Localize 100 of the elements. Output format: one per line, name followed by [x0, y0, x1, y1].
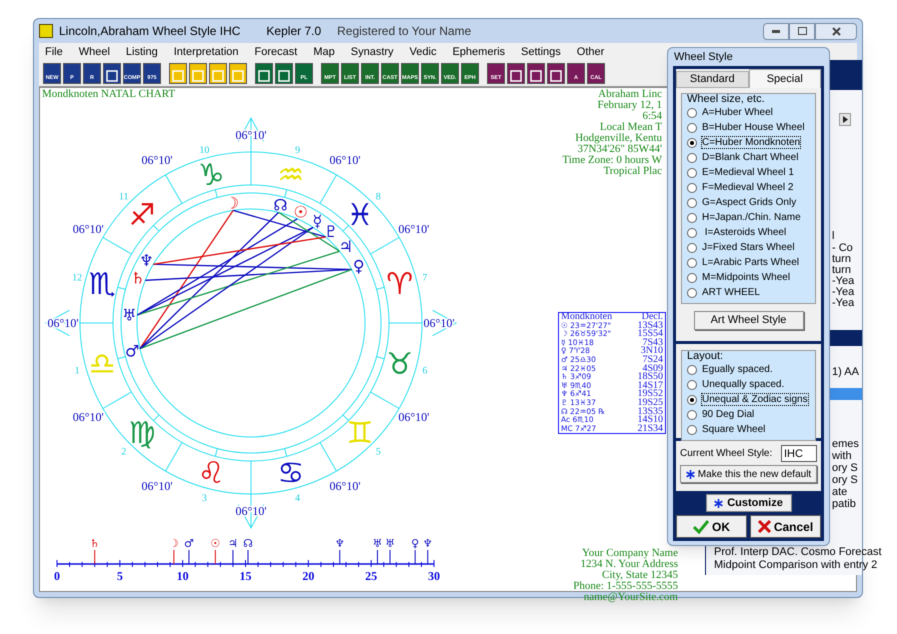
square-icon: [106, 70, 118, 82]
radio-option[interactable]: M=Midpoints Wheel: [687, 270, 813, 285]
radio-button[interactable]: [687, 272, 697, 282]
menu-item[interactable]: Other: [576, 44, 604, 60]
toolbar-button[interactable]: [507, 63, 525, 84]
radio-option[interactable]: H=Japan./Chin. Name: [687, 210, 813, 225]
cusp-degree-label: 06°10': [398, 222, 430, 236]
menu-item[interactable]: Ephemeris: [452, 44, 506, 60]
menu-item[interactable]: Synastry: [350, 44, 394, 60]
chart-info-line: Local Mean T: [600, 122, 662, 133]
radio-option[interactable]: A=Huber Wheel: [687, 105, 813, 120]
minimize-button[interactable]: [763, 22, 789, 40]
toolbar-button[interactable]: [527, 63, 545, 84]
toolbar-button[interactable]: [103, 63, 121, 84]
chart-info-line: Abraham Linc: [598, 89, 662, 100]
company-line: 1234 N. Your Address: [580, 559, 678, 570]
radio-button[interactable]: [687, 364, 697, 374]
zodiac-sign-glyph: ♒: [277, 158, 304, 194]
zodiac-sign-glyph: ♐: [128, 198, 156, 234]
square-icon: [172, 70, 184, 82]
text-fragment: l: [832, 230, 834, 242]
cusp-degree-label: 06°10': [142, 153, 172, 168]
wheel-style-field[interactable]: IHC: [781, 445, 817, 462]
zodiac-sign-glyph: ♓: [346, 198, 374, 234]
menu-item[interactable]: Vedic: [410, 44, 436, 60]
tick-label: 5: [116, 569, 123, 583]
toolbar-button[interactable]: [275, 63, 293, 84]
radio-button[interactable]: [687, 198, 697, 208]
radio-option[interactable]: D=Blank Chart Wheel: [687, 150, 813, 165]
toolbar-button[interactable]: [209, 63, 227, 84]
radio-button[interactable]: [687, 394, 697, 404]
zodiac-sign-glyph: ♏: [88, 267, 116, 302]
scroll-right-button[interactable]: [839, 113, 851, 126]
maximize-button[interactable]: [789, 22, 815, 40]
radio-option[interactable]: Egually spaced.: [687, 362, 813, 377]
menu-item[interactable]: Listing: [126, 44, 158, 60]
menu-item[interactable]: Interpretation: [174, 44, 239, 60]
radio-option[interactable]: G=Aspect Grids Only: [687, 195, 813, 210]
tab[interactable]: Special: [748, 69, 821, 88]
radio-button[interactable]: [687, 168, 697, 178]
radio-button[interactable]: [687, 182, 697, 192]
table-cell-text: 4S09: [642, 364, 663, 374]
cancel-button[interactable]: Cancel: [750, 515, 821, 538]
text-fragment: emes: [832, 438, 859, 450]
menu-item[interactable]: Forecast: [254, 44, 298, 60]
make-default-button[interactable]: Make this the new default: [680, 465, 817, 483]
chart-info-line: Tropical Plac: [603, 166, 662, 177]
list-entry: Prof. Interp DAC. Cosmo Forecast: [714, 546, 882, 559]
radio-option[interactable]: Square Wheel: [687, 422, 813, 437]
house-number: 4: [295, 492, 300, 504]
toolbar-button[interactable]: [255, 63, 273, 84]
text-fragment: ory S: [832, 474, 858, 486]
cusp-degree-label: 06°10': [142, 478, 172, 493]
toolbar-button[interactable]: [547, 63, 565, 84]
radio-button[interactable]: [687, 212, 697, 222]
radio-button[interactable]: [687, 152, 697, 162]
customize-button[interactable]: Customize: [706, 494, 792, 512]
radio-option[interactable]: L=Arabic Parts Wheel: [687, 255, 813, 270]
house-number: 2: [121, 446, 126, 458]
radio-option[interactable]: F=Medieval Wheel 2: [687, 180, 813, 195]
toolbar-button[interactable]: [189, 63, 207, 84]
table-cell-text: 19S52: [636, 390, 663, 399]
radio-button[interactable]: [687, 258, 697, 268]
planet-glyph: ♄: [130, 268, 146, 288]
radio-button[interactable]: [687, 122, 697, 132]
radio-button[interactable]: [687, 424, 697, 434]
ok-button[interactable]: OK: [676, 515, 747, 538]
radio-button[interactable]: [687, 242, 697, 252]
radio-button[interactable]: [687, 288, 697, 298]
radio-option[interactable]: ART WHEEL: [687, 285, 813, 300]
text-fragment: -Yea: [832, 297, 854, 309]
close-button[interactable]: [815, 22, 857, 40]
radio-button[interactable]: [687, 228, 697, 238]
text-fragment: patib: [832, 498, 856, 510]
radio-option[interactable]: J=Fixed Stars Wheel: [687, 240, 813, 255]
radio-button[interactable]: [687, 410, 697, 420]
radio-option[interactable]: B=Huber House Wheel: [687, 120, 813, 135]
radio-option[interactable]: E=Medieval Wheel 1: [687, 165, 813, 180]
radio-button[interactable]: [687, 138, 697, 148]
menu-item[interactable]: Wheel: [78, 44, 110, 60]
tick-label: 20: [302, 569, 314, 583]
radio-button[interactable]: [687, 108, 697, 118]
menu-item[interactable]: Settings: [521, 44, 561, 60]
menu-item[interactable]: File: [45, 44, 63, 60]
company-line: City, State 12345: [602, 570, 678, 581]
menu-item[interactable]: Map: [313, 44, 335, 60]
radio-option[interactable]: Unequally spaced.: [687, 377, 813, 392]
radio-option[interactable]: I=Asteroids Wheel: [687, 225, 813, 240]
window-title: Lincoln,Abraham Wheel Style IHC: [59, 23, 240, 40]
column-header: Mondknoten: [561, 313, 614, 322]
chart-info-line: Hodgenville, Kentu: [575, 133, 662, 144]
radio-option[interactable]: 90 Deg Dial: [687, 407, 813, 422]
art-wheel-style-button[interactable]: Art Wheel Style: [694, 311, 804, 330]
tab[interactable]: Standard: [676, 71, 748, 88]
radio-button[interactable]: [687, 380, 697, 390]
column-header: Decl.: [642, 313, 663, 322]
toolbar-button[interactable]: [169, 63, 187, 84]
square-icon: [278, 70, 290, 82]
text-fragment: - Co: [832, 242, 853, 254]
toolbar-button[interactable]: [229, 63, 247, 84]
